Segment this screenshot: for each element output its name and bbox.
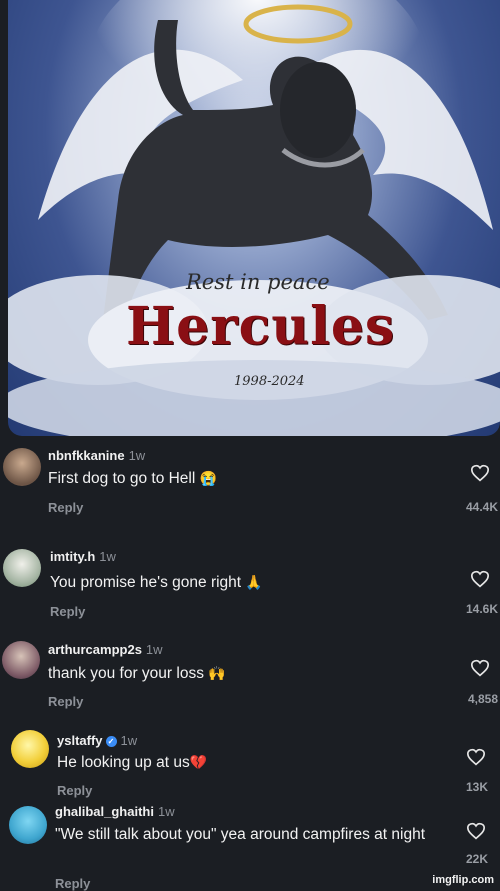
praying-hands-emoji-icon: 🙏: [245, 574, 263, 590]
like-count: 13K: [465, 780, 488, 794]
avatar[interactable]: [3, 549, 41, 587]
memorial-illustration: [8, 0, 500, 436]
comment-time: 1w: [157, 804, 175, 819]
comment-item: arthurcampp2s 1w thank you for your loss …: [0, 636, 500, 726]
verified-badge-icon: ✓: [105, 736, 117, 747]
comment-time: 1w: [128, 448, 146, 463]
comment-username[interactable]: ysltaffy ✓ 1w: [57, 733, 137, 748]
comment-time: 1w: [99, 549, 116, 564]
comment-item: nbnfkkanine 1w First dog to go to Hell 😭 …: [0, 440, 500, 536]
comment-username[interactable]: imtity.h 1w: [50, 549, 116, 564]
heart-outline-icon[interactable]: [466, 748, 486, 766]
comment-username[interactable]: ghalibal_ghaithi 1w: [55, 804, 175, 819]
comment-text: You promise he's gone right 🙏: [50, 574, 263, 591]
comment-username[interactable]: arthurcampp2s 1w: [48, 642, 163, 657]
like-count: 22K: [465, 852, 488, 866]
avatar[interactable]: [3, 448, 41, 486]
avatar[interactable]: [2, 641, 40, 679]
comment-item: ysltaffy ✓ 1w He looking up at us💔 Reply 1…: [0, 726, 500, 800]
comment-item: imtity.h 1w You promise he's gone right 🙏…: [0, 540, 500, 636]
heart-outline-icon[interactable]: [470, 464, 490, 482]
reply-button[interactable]: Reply: [48, 500, 83, 515]
overlay-name: Hercules: [126, 296, 396, 357]
watermark: imgflip.com: [432, 874, 494, 886]
comment-time: 1w: [145, 642, 163, 657]
avatar[interactable]: [11, 730, 49, 768]
comment-text: thank you for your loss 🙌: [48, 665, 226, 682]
like-count: 14.6K: [465, 602, 498, 616]
comment-text: He looking up at us💔: [57, 754, 208, 771]
comment-item: ghalibal_ghaithi 1w "We still talk about …: [0, 800, 500, 891]
overlay-rest-in-peace: Rest in peace: [186, 270, 330, 294]
crying-emoji-icon: 😭: [199, 470, 218, 486]
reply-button[interactable]: Reply: [48, 694, 83, 709]
reply-button[interactable]: Reply: [50, 604, 85, 619]
reply-button[interactable]: Reply: [57, 783, 92, 798]
comment-time: 1w: [120, 733, 138, 748]
comment-text: First dog to go to Hell 😭: [48, 470, 218, 487]
heart-outline-icon[interactable]: [466, 822, 486, 840]
comment-text: "We still talk about you" yea around cam…: [55, 826, 425, 843]
like-count: 44.4K: [465, 500, 498, 514]
comment-username[interactable]: nbnfkkanine 1w: [48, 448, 145, 463]
heart-outline-icon[interactable]: [470, 570, 490, 588]
heart-outline-icon[interactable]: [470, 659, 490, 677]
overlay-years: 1998-2024: [234, 374, 305, 389]
avatar[interactable]: [9, 806, 47, 844]
raising-hands-emoji-icon: 🙌: [208, 665, 226, 681]
like-count: 4,858: [467, 692, 498, 706]
post-image: Rest in peace Hercules 1998-2024: [0, 0, 500, 440]
broken-heart-emoji-icon: 💔: [189, 754, 208, 770]
memorial-picture: Rest in peace Hercules 1998-2024: [8, 0, 500, 436]
